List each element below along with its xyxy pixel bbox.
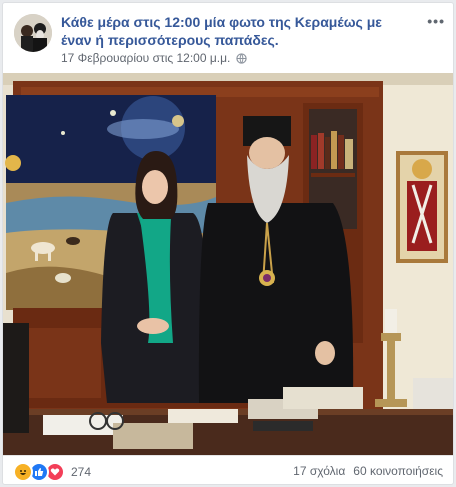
- reaction-count: 274: [71, 465, 92, 479]
- haha-icon: [13, 462, 33, 482]
- more-options-icon[interactable]: •••: [427, 13, 445, 29]
- post-footer: 274 17 σχόλια 60 κοινοποιήσεις: [3, 455, 453, 484]
- post-header: Κάθε μέρα στις 12:00 μία φωτο της Κεραμέ…: [3, 3, 453, 73]
- post-title[interactable]: Κάθε μέρα στις 12:00 μία φωτο της Κεραμέ…: [61, 13, 391, 49]
- comments-count[interactable]: 17 σχόλια: [293, 464, 345, 478]
- post-photo[interactable]: [3, 73, 453, 455]
- post-meta: 17 Φεβρουαρίου στις 12:00 μ.μ.: [61, 51, 248, 65]
- avatar[interactable]: [14, 14, 52, 52]
- avatar-image: [14, 14, 52, 52]
- engagement-stats: 17 σχόλια 60 κοινοποιήσεις: [293, 464, 443, 478]
- shares-count[interactable]: 60 κοινοποιήσεις: [353, 464, 443, 478]
- facebook-post: Κάθε μέρα στις 12:00 μία φωτο της Κεραμέ…: [2, 2, 454, 485]
- globe-icon[interactable]: [236, 52, 248, 64]
- timestamp[interactable]: 17 Φεβρουαρίου στις 12:00 μ.μ.: [61, 51, 230, 65]
- photo-image: [3, 73, 453, 455]
- reactions-summary[interactable]: 274: [13, 462, 91, 482]
